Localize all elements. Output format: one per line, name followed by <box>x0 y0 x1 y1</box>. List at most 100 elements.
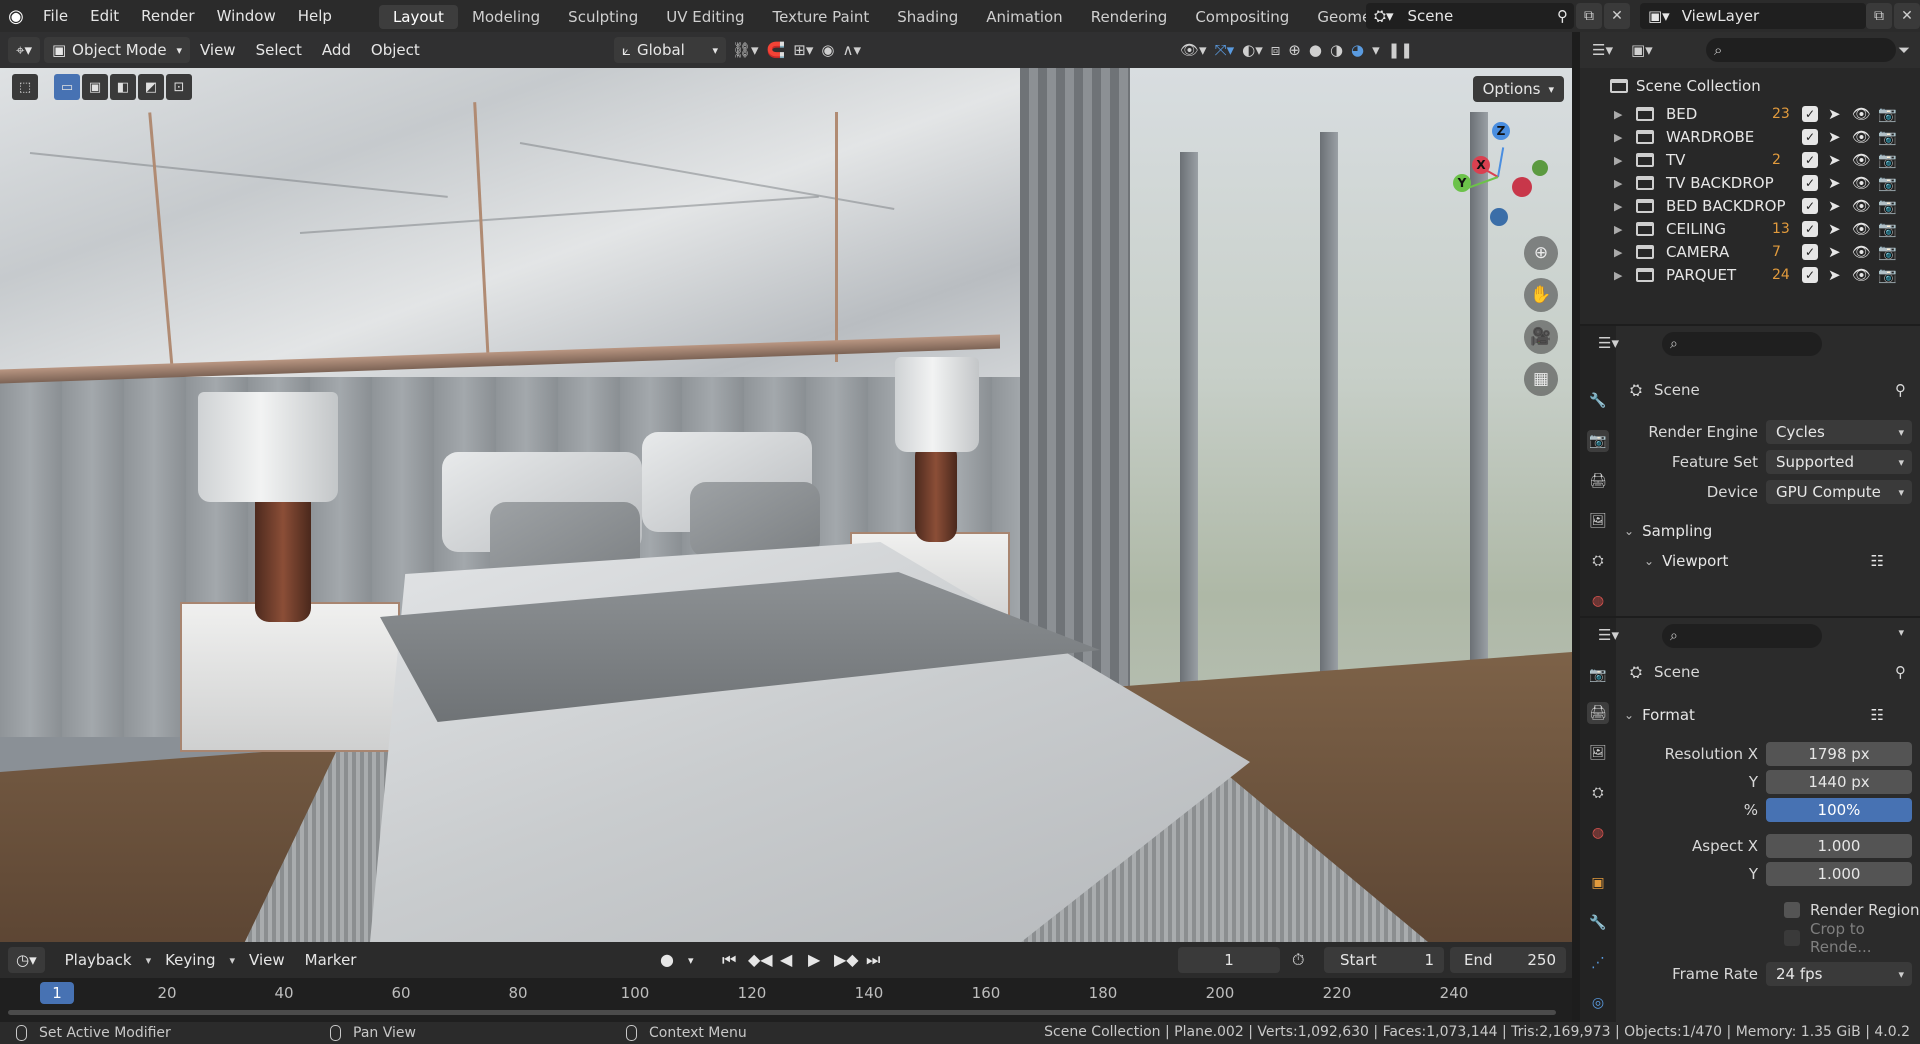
3d-viewport[interactable]: ⌖▾ ▣ Object Mode ▾ View Select Add Objec… <box>0 32 1572 942</box>
aspect-y-field[interactable]: 1.000 <box>1766 862 1912 886</box>
visibility-icon[interactable]: 👁▾ <box>1176 41 1211 59</box>
menu-help[interactable]: Help <box>287 0 343 32</box>
render-camera-icon[interactable]: 📷 <box>1878 174 1897 192</box>
frame-cursor[interactable]: 1 <box>40 982 74 1004</box>
tool-tab-icon[interactable]: 🔧 <box>1587 390 1609 412</box>
viewport-menu-view[interactable]: View <box>190 41 246 59</box>
outliner-collection-row[interactable]: ▶ PARQUET 24 ✓ ➤ 👁 📷 <box>1580 261 1920 289</box>
gizmo-z-icon[interactable]: Z <box>1492 122 1510 140</box>
editor-type-icon[interactable]: ☰▾ <box>1594 334 1623 352</box>
exclude-checkbox[interactable]: ✓ <box>1802 106 1818 122</box>
camera-view-icon[interactable]: 🎥 <box>1524 320 1558 354</box>
chevron-down-icon[interactable]: ▾ <box>1894 626 1908 639</box>
menu-edit[interactable]: Edit <box>79 0 130 32</box>
workspace-tab-texture-paint[interactable]: Texture Paint <box>758 5 883 29</box>
object-tab-icon[interactable]: ▣ <box>1587 872 1609 894</box>
exclude-checkbox[interactable]: ✓ <box>1802 244 1818 260</box>
render-engine-dropdown[interactable]: Cycles ▾ <box>1766 420 1912 444</box>
world-tab-icon[interactable]: ◍ <box>1587 822 1609 844</box>
zoom-icon[interactable]: ⊕ <box>1524 236 1558 270</box>
pan-hand-icon[interactable]: ✋ <box>1524 278 1558 312</box>
viewport-menu-add[interactable]: Add <box>312 41 361 59</box>
prev-keyframe-icon[interactable]: ◆◀ <box>748 950 773 969</box>
exclude-checkbox[interactable]: ✓ <box>1802 152 1818 168</box>
pivot-point-icon[interactable]: ⛓▾ <box>728 41 763 59</box>
pause-render-icon[interactable]: ❚❚ <box>1384 41 1417 59</box>
render-camera-icon[interactable]: 📷 <box>1878 151 1897 169</box>
blender-logo-icon[interactable]: ◉ <box>0 0 32 32</box>
timeline-menu-view[interactable]: View <box>239 951 295 969</box>
view-layer-tab-icon[interactable]: 🖼 <box>1587 742 1609 764</box>
select-tool-icon[interactable]: ⬚ <box>12 74 38 100</box>
properties-search-input[interactable]: ⌕ <box>1662 332 1822 356</box>
modifier-tab-icon[interactable]: 🔧 <box>1587 912 1609 934</box>
wireframe-shading-icon[interactable]: ⊕ <box>1284 41 1305 59</box>
selectable-cursor-icon[interactable]: ➤ <box>1828 197 1841 215</box>
render-camera-icon[interactable]: 📷 <box>1878 220 1897 238</box>
timeline-menu-keying[interactable]: Keying <box>155 951 225 969</box>
workspace-tab-sculpting[interactable]: Sculpting <box>554 5 652 29</box>
selectable-cursor-icon[interactable]: ➤ <box>1828 243 1841 261</box>
snap-target-icon[interactable]: ⊞▾ <box>789 41 817 59</box>
selectable-cursor-icon[interactable]: ➤ <box>1828 174 1841 192</box>
rendered-shading-icon[interactable]: ◕ <box>1347 41 1368 59</box>
menu-render[interactable]: Render <box>130 0 205 32</box>
expand-arrow-icon[interactable]: ▶ <box>1614 200 1622 213</box>
eye-icon[interactable]: 👁 <box>1852 105 1871 123</box>
properties-search-input[interactable]: ⌕ <box>1662 624 1822 648</box>
falloff-icon[interactable]: ∧▾ <box>838 41 865 59</box>
display-mode-icon[interactable]: ▣▾ <box>1627 41 1657 59</box>
workspace-tab-modeling[interactable]: Modeling <box>458 5 554 29</box>
eye-icon[interactable]: 👁 <box>1852 266 1871 284</box>
timeline-menu-marker[interactable]: Marker <box>295 951 367 969</box>
snap-icon[interactable]: 🧲 <box>763 41 790 59</box>
workspace-tab-uv-editing[interactable]: UV Editing <box>652 5 758 29</box>
play-reverse-icon[interactable]: ◀ <box>780 950 792 969</box>
menu-file[interactable]: File <box>32 0 79 32</box>
mode-dropdown[interactable]: ▣ Object Mode ▾ <box>43 37 190 63</box>
scene-tab-icon[interactable]: ⛭ <box>1587 550 1609 572</box>
view-layer-tab-icon[interactable]: 🖼 <box>1587 510 1609 532</box>
render-region-checkbox[interactable] <box>1784 902 1800 918</box>
options-dropdown[interactable]: Options ▾ <box>1472 76 1564 102</box>
chevron-down-icon[interactable]: ▾ <box>688 954 694 967</box>
gizmo-x-icon[interactable]: X <box>1472 156 1490 174</box>
proportional-edit-icon[interactable]: ◉ <box>817 41 838 59</box>
outliner-editor-type-icon[interactable]: ☰▾ <box>1588 41 1617 59</box>
exclude-checkbox[interactable]: ✓ <box>1802 221 1818 237</box>
current-frame-field[interactable]: 1 <box>1178 947 1280 973</box>
selectable-cursor-icon[interactable]: ➤ <box>1828 266 1841 284</box>
list-icon[interactable]: ☷ <box>1871 552 1884 570</box>
output-tab-icon[interactable]: 🖨 <box>1587 470 1609 492</box>
render-camera-icon[interactable]: 📷 <box>1878 128 1897 146</box>
eye-icon[interactable]: 👁 <box>1852 128 1871 146</box>
scene-selector[interactable]: ⛭▾ Scene ⚲ <box>1366 3 1574 29</box>
selectable-cursor-icon[interactable]: ➤ <box>1828 151 1841 169</box>
selectable-cursor-icon[interactable]: ➤ <box>1828 105 1841 123</box>
viewport-menu-object[interactable]: Object <box>361 41 430 59</box>
jump-to-end-icon[interactable]: ⏭ <box>866 950 880 970</box>
exclude-checkbox[interactable]: ✓ <box>1802 175 1818 191</box>
selectable-cursor-icon[interactable]: ➤ <box>1828 220 1841 238</box>
expand-arrow-icon[interactable]: ▶ <box>1614 108 1622 121</box>
pin-icon[interactable]: ⚲ <box>1557 7 1568 25</box>
exclude-checkbox[interactable]: ✓ <box>1802 267 1818 283</box>
gizmo-neg-y-icon[interactable] <box>1532 160 1548 176</box>
eye-icon[interactable]: 👁 <box>1852 151 1871 169</box>
device-dropdown[interactable]: GPU Compute ▾ <box>1766 480 1912 504</box>
timeline-editor-type-button[interactable]: ◷▾ <box>8 947 45 973</box>
expand-arrow-icon[interactable]: ▶ <box>1614 177 1622 190</box>
timeline-scrollbar[interactable] <box>8 1010 1556 1015</box>
next-keyframe-icon[interactable]: ▶◆ <box>834 950 859 969</box>
filter-icon[interactable]: ⏷ <box>1894 41 1914 59</box>
feature-set-dropdown[interactable]: Supported ▾ <box>1766 450 1912 474</box>
workspace-tab-layout[interactable]: Layout <box>378 5 458 29</box>
overlays-icon[interactable]: ◐▾ <box>1238 41 1267 59</box>
pin-icon[interactable]: ⚲ <box>1895 663 1906 681</box>
particles-tab-icon[interactable]: ⋰ <box>1587 952 1609 974</box>
new-view-layer-icon[interactable]: ⧉ <box>1866 3 1892 29</box>
render-tab-icon[interactable]: 📷 <box>1587 430 1609 452</box>
solid-shading-icon[interactable]: ● <box>1305 41 1326 59</box>
scene-tab-icon[interactable]: ⛭ <box>1587 782 1609 804</box>
expand-arrow-icon[interactable]: ▶ <box>1614 269 1622 282</box>
